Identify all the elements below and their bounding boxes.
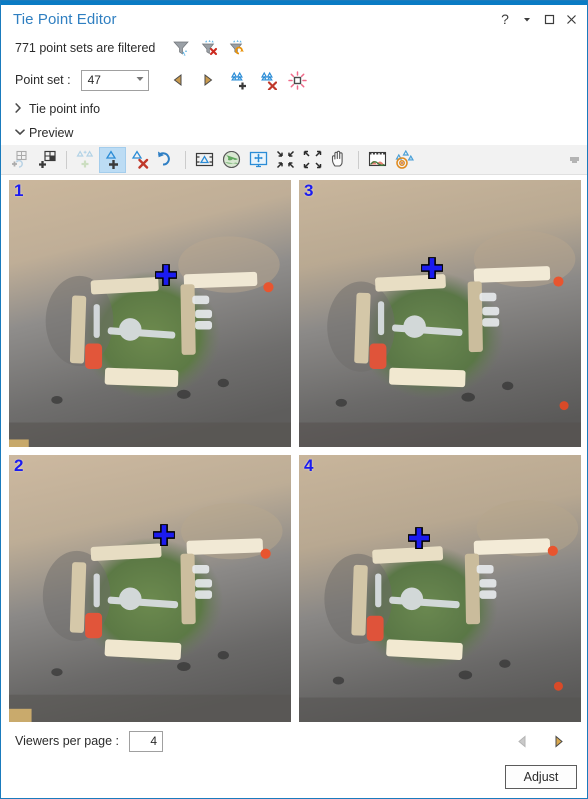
viewer-number: 3 — [304, 181, 314, 200]
viewer-panel[interactable]: 2 — [9, 455, 291, 722]
delete-point-set-icon[interactable] — [253, 68, 283, 92]
crosshair-marker — [407, 526, 430, 549]
next-page-button[interactable] — [543, 729, 573, 753]
aerial-image — [9, 455, 291, 722]
pan-hand-icon[interactable] — [326, 147, 353, 173]
viewer-number: 4 — [304, 456, 314, 475]
viewer-number: 1 — [14, 181, 24, 200]
window-title: Tie Point Editor — [13, 10, 117, 28]
viewers-grid: 1 3 2 4 — [1, 175, 587, 726]
toolbar-separator — [358, 150, 359, 169]
undo-icon[interactable] — [153, 147, 180, 173]
adjust-button[interactable]: Adjust — [505, 765, 577, 789]
filter-bar: 771 point sets are filtered — [1, 33, 587, 63]
crosshair-marker — [154, 263, 177, 286]
chevron-right-icon — [15, 102, 29, 116]
tie-point-info-label: Tie point info — [29, 102, 101, 116]
toolbar-separator — [66, 150, 67, 169]
highlight-point-set-icon[interactable] — [283, 68, 313, 92]
viewer-panel[interactable]: 1 — [9, 180, 291, 447]
filter-refresh-icon[interactable] — [223, 35, 251, 61]
help-icon[interactable]: ? — [495, 9, 515, 29]
viewers-per-page-input[interactable]: 4 — [129, 730, 163, 752]
window-controls: ? — [495, 9, 581, 29]
previous-page-button[interactable] — [507, 729, 537, 753]
point-set-bar: Point set : 47 — [1, 63, 587, 97]
chevron-down-icon — [136, 76, 144, 84]
tie-point-editor-window: Tie Point Editor ? 771 point sets are fi… — [0, 0, 588, 799]
crosshair-marker — [420, 257, 443, 280]
next-point-set-button[interactable] — [193, 68, 223, 92]
zoom-out-corners-icon[interactable] — [299, 147, 326, 173]
aerial-image — [299, 455, 581, 722]
add-matching-point-icon[interactable] — [72, 147, 99, 173]
add-point-set-icon[interactable] — [223, 68, 253, 92]
preview-section[interactable]: Preview — [1, 121, 587, 145]
auto-tie-points-icon[interactable] — [7, 147, 34, 173]
viewer-panel[interactable]: 4 — [299, 455, 581, 722]
delete-point-icon[interactable] — [126, 147, 153, 173]
maximize-icon[interactable] — [539, 9, 559, 29]
page-navigation — [507, 729, 587, 753]
point-set-label: Point set : — [15, 73, 71, 87]
close-icon[interactable] — [561, 9, 581, 29]
globe-icon[interactable] — [218, 147, 245, 173]
viewer-number: 2 — [14, 456, 24, 475]
viewers-per-page-bar: Viewers per page : 4 — [1, 726, 587, 756]
link-viewers-icon[interactable] — [245, 147, 272, 173]
toolbar-separator — [185, 150, 186, 169]
add-tie-points-icon[interactable] — [34, 147, 61, 173]
help-glyph: ? — [501, 11, 509, 27]
center-point-icon[interactable] — [191, 147, 218, 173]
toolbar-overflow-button[interactable] — [567, 157, 581, 162]
viewer-panel[interactable]: 3 — [299, 180, 581, 447]
add-point-icon[interactable] — [99, 146, 126, 173]
title-bar: Tie Point Editor ? — [1, 5, 587, 33]
aerial-image — [9, 180, 291, 447]
filter-remove-icon[interactable] — [195, 35, 223, 61]
target-points-icon[interactable] — [391, 147, 418, 173]
previous-point-set-button[interactable] — [163, 68, 193, 92]
preview-label: Preview — [29, 126, 74, 140]
histogram-stretch-icon[interactable] — [364, 147, 391, 173]
chevron-down-icon — [15, 128, 29, 139]
adjust-bar: Adjust — [1, 756, 587, 798]
menu-dropdown-icon[interactable] — [517, 9, 537, 29]
aerial-image — [299, 180, 581, 447]
tie-point-info-section[interactable]: Tie point info — [1, 97, 587, 121]
crosshair-marker — [153, 524, 176, 547]
point-set-value: 47 — [87, 73, 101, 87]
point-set-combobox[interactable]: 47 — [80, 69, 149, 91]
preview-toolbar — [1, 145, 587, 175]
zoom-in-corners-icon[interactable] — [272, 147, 299, 173]
filter-status-text: 771 point sets are filtered — [15, 41, 156, 55]
filter-icon[interactable] — [167, 35, 195, 61]
viewers-per-page-label: Viewers per page : — [15, 734, 119, 748]
